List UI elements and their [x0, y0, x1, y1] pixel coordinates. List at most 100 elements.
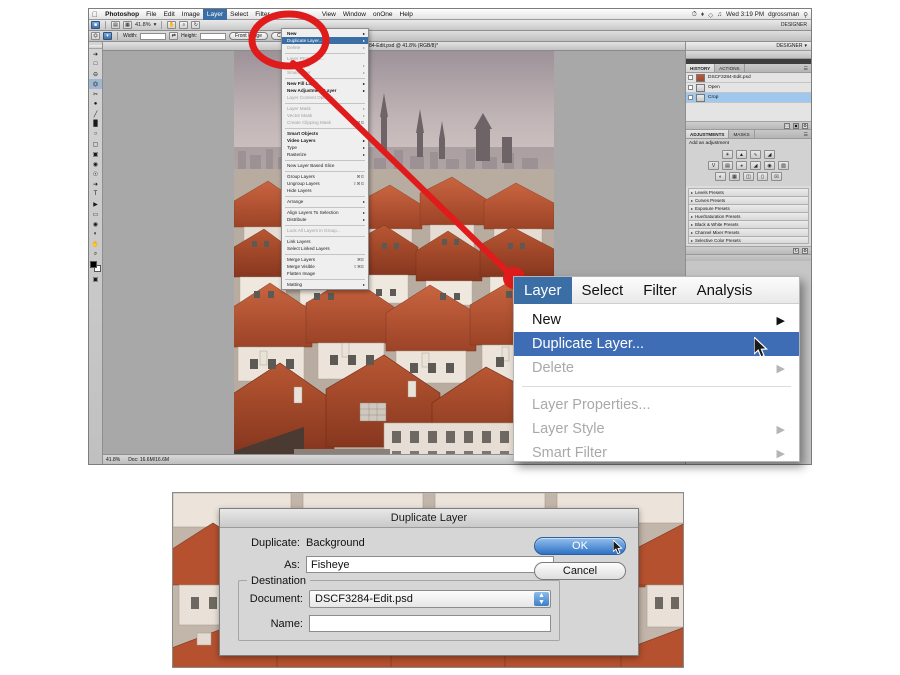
color-swatches[interactable] [90, 261, 101, 272]
menu-image[interactable]: Image [178, 9, 203, 20]
menu-item-smart-objects[interactable]: Smart Objects ▸ [282, 130, 368, 137]
status-zoom-value[interactable]: 41.8% [106, 457, 120, 463]
state-toggle[interactable] [688, 95, 693, 100]
menu-item-layer-content-options[interactable]: Layer Content Options... [282, 94, 368, 101]
workspace-label[interactable]: DESIGNER [781, 22, 807, 28]
blur-tool[interactable]: ◉ [89, 159, 102, 169]
path-selection-tool[interactable]: ▶ [89, 199, 102, 209]
menu-help[interactable]: Help [396, 9, 416, 20]
preset-selective-color[interactable]: ▸ Selective Color Presets [688, 236, 809, 244]
menu-item-merge-visible[interactable]: Merge Visible ⇧⌘E [282, 263, 368, 270]
menu-filter[interactable]: Filter [252, 9, 273, 20]
panel-menu-icon[interactable]: ☰ [804, 132, 808, 138]
posterize-icon[interactable]: ▦ [729, 172, 740, 181]
home-icon[interactable]: ■ [91, 21, 100, 29]
dock-collapse-strip[interactable] [686, 51, 811, 59]
callout-menu-select[interactable]: Select [572, 277, 634, 304]
menu-item-merge-layers[interactable]: Merge Layers ⌘E [282, 256, 368, 263]
brightness-contrast-icon[interactable]: ☀ [722, 150, 733, 159]
menu-item-lock-all-layers[interactable]: Lock All Layers in Group... [282, 227, 368, 234]
menu-select[interactable]: Select [227, 9, 252, 20]
reset-icon[interactable]: ↻ [793, 248, 799, 254]
menu-item-video-layers[interactable]: Video Layers ▸ [282, 137, 368, 144]
callout-item-new[interactable]: New ▶ [514, 308, 799, 332]
photo-filter-icon[interactable]: ◉ [764, 161, 775, 170]
name-input[interactable] [309, 615, 551, 632]
zoom-icon[interactable]: ⌕ [179, 21, 188, 29]
workspace-switcher[interactable]: DESIGNER ▾ [686, 42, 811, 51]
menu-onone[interactable]: onOne [369, 9, 396, 20]
front-image-button[interactable]: Front Image [229, 32, 268, 40]
invert-icon[interactable]: ◐ [715, 172, 726, 181]
menu-item-matting[interactable]: Matting ▸ [282, 281, 368, 288]
menu-file[interactable]: File [143, 9, 160, 20]
menu-item-create-clipping-mask[interactable]: Create Clipping Mask ⌥⌘G [282, 119, 368, 126]
user-label[interactable]: dgrossman [768, 11, 799, 18]
chevron-right-icon[interactable]: ▸ [691, 222, 693, 227]
new-document-icon[interactable]: □ [784, 123, 790, 129]
gradient-tool[interactable]: ▣ [89, 149, 102, 159]
menu-item-layer-mask[interactable]: Layer Mask ▸ [282, 105, 368, 112]
menu-item-hide-layers[interactable]: Hide Layers [282, 187, 368, 194]
menu-item-type[interactable]: Type ▸ [282, 144, 368, 151]
menu-item-group-layers[interactable]: Group Layers ⌘G [282, 173, 368, 180]
volume-icon[interactable]: ♫ [717, 11, 722, 18]
pen-tool[interactable]: ➜ [89, 179, 102, 189]
timemachine-icon[interactable]: ⏱ [692, 11, 697, 19]
curves-icon[interactable]: ∿ [750, 150, 761, 159]
vibrance-icon[interactable]: V [708, 161, 719, 170]
history-brush-tool[interactable]: ○ [89, 129, 102, 139]
clock-label[interactable]: Wed 3:19 PM [726, 11, 764, 18]
preset-channel-mixer[interactable]: ▸ Channel Mixer Presets [688, 228, 809, 236]
tab-actions[interactable]: ACTIONS [715, 64, 744, 72]
bridge-icon[interactable]: ▤ [111, 21, 120, 29]
three-d-tool[interactable]: ◉ [89, 219, 102, 229]
new-snapshot-icon[interactable]: ▣ [793, 123, 799, 129]
clone-stamp-tool[interactable]: █ [89, 119, 102, 129]
apple-icon[interactable]:  [92, 10, 98, 19]
menu-item-new-fill-layer[interactable]: New Fill Layer ▸ [282, 80, 368, 87]
preset-exposure[interactable]: ▸ Exposure Presets [688, 204, 809, 212]
rotate-view-icon[interactable]: ↻ [191, 21, 200, 29]
dodge-tool[interactable]: ☉ [89, 169, 102, 179]
workspace-name[interactable]: DESIGNER [776, 43, 802, 49]
selective-color-icon[interactable]: ☒ [771, 172, 782, 181]
chevron-down-icon[interactable]: ▾ [804, 43, 807, 49]
three-d-camera-tool[interactable]: ◐ [89, 229, 102, 239]
menu-item-delete[interactable]: Delete ▸ [282, 44, 368, 51]
preset-levels[interactable]: ▸ Levels Presets [688, 188, 809, 196]
hand-tool[interactable]: ✋ [89, 239, 102, 249]
callout-menu-layer[interactable]: Layer [514, 277, 572, 304]
menu-photoshop[interactable]: Photoshop [102, 9, 143, 20]
tool-preset-icon[interactable]: ▾ [103, 32, 112, 40]
zoom-tool[interactable]: ⌕ [89, 249, 102, 259]
menu-item-arrange[interactable]: Arrange ▸ [282, 198, 368, 205]
menu-item-ungroup-layers[interactable]: Ungroup Layers ⇧⌘G [282, 180, 368, 187]
hand-icon[interactable]: ✋ [167, 21, 176, 29]
exposure-icon[interactable]: ◢ [764, 150, 775, 159]
callout-menu-filter[interactable]: Filter [633, 277, 686, 304]
hue-saturation-icon[interactable]: ▤ [722, 161, 733, 170]
callout-item-layer-properties[interactable]: Layer Properties... [514, 393, 799, 417]
history-state-open[interactable]: Open [686, 83, 811, 93]
type-tool[interactable]: T [89, 189, 102, 199]
shape-tool[interactable]: ▭ [89, 209, 102, 219]
menu-item-distribute[interactable]: Distribute ▸ [282, 216, 368, 223]
panel-tab-strip[interactable] [686, 255, 811, 261]
history-state-crop[interactable]: Crop [686, 93, 811, 103]
menu-item-new[interactable]: New ▸ [282, 30, 368, 37]
history-snapshot-row[interactable]: DSCF3284-Edit.psd [686, 73, 811, 83]
state-toggle[interactable] [688, 85, 693, 90]
arrange-documents-icon[interactable]: ▦ [123, 21, 132, 29]
levels-icon[interactable]: ▲ [736, 150, 747, 159]
callout-menu-analysis[interactable]: Analysis [687, 277, 763, 304]
chevron-down-icon[interactable]: ▾ [154, 22, 157, 28]
healing-brush-tool[interactable]: ● [89, 99, 102, 109]
ok-button[interactable]: OK [534, 537, 626, 555]
eraser-tool[interactable]: ▢ [89, 139, 102, 149]
menu-item-new-layer-based-slice[interactable]: New Layer Based Slice [282, 162, 368, 169]
callout-item-layer-style[interactable]: Layer Style ▶ [514, 417, 799, 441]
brush-tool[interactable]: ╱ [89, 109, 102, 119]
move-tool[interactable]: ➔ [89, 49, 102, 59]
zoom-level-label[interactable]: 41.8% [135, 22, 151, 28]
